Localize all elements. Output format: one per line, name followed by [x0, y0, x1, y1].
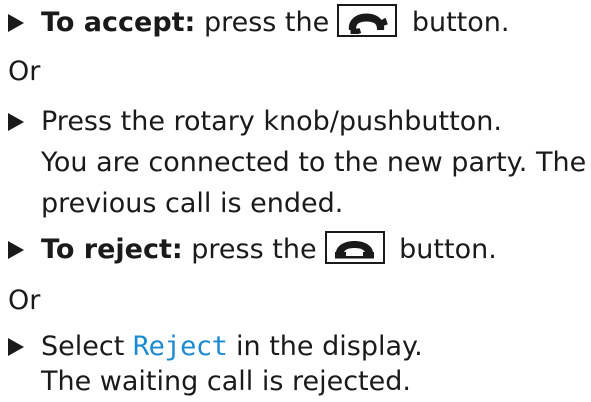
knob-text: Press the rotary knob/pushbutton.	[41, 106, 502, 137]
accept-text-after: button.	[403, 7, 510, 38]
accept-lead: To accept:	[41, 7, 196, 38]
reject-text-after: button.	[390, 234, 497, 265]
step-arrow-icon	[8, 338, 24, 356]
display-item-reject: Reject	[132, 331, 228, 362]
select-text-before: Select	[41, 331, 133, 362]
step-arrow-icon	[8, 113, 24, 131]
step-accept: To accept: press the button.	[8, 2, 509, 43]
step-arrow-icon	[8, 241, 24, 259]
accept-text-before: press the	[195, 7, 330, 38]
select-result: The waiting call is rejected.	[41, 366, 411, 397]
reject-text-before: press the	[182, 234, 317, 265]
reject-lead: To reject:	[41, 234, 183, 265]
step-reject: To reject: press the button.	[8, 229, 497, 270]
or-separator-2: Or	[8, 285, 41, 316]
knob-result-line-2: previous call is ended.	[41, 188, 344, 219]
phone-hangup-icon	[324, 231, 385, 264]
instruction-page: To accept: press the button. Or Press th…	[0, 0, 591, 397]
knob-result-line-1: You are connected to the new party. The	[41, 147, 587, 178]
step-knob: Press the rotary knob/pushbutton.	[8, 101, 502, 142]
or-separator-1: Or	[8, 56, 41, 87]
phone-accept-icon	[337, 4, 398, 37]
select-text-after: in the display.	[227, 331, 423, 362]
step-arrow-icon	[8, 14, 24, 32]
